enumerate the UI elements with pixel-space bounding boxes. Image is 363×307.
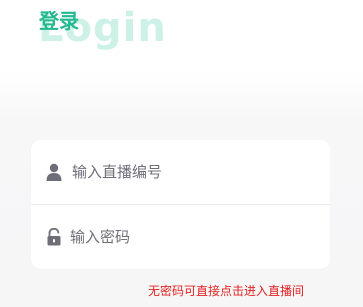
- login-card: [31, 140, 330, 269]
- lock-icon: [46, 227, 62, 246]
- live-number-input[interactable]: [72, 160, 312, 184]
- enter-live-room-hint[interactable]: 无密码可直接点击进入直播间: [148, 283, 304, 299]
- password-row: [31, 205, 330, 269]
- password-input[interactable]: [70, 225, 310, 249]
- page-header: Login 登录: [0, 0, 220, 64]
- page-title: 登录: [39, 9, 79, 33]
- live-number-row: [31, 140, 330, 204]
- user-icon: [46, 163, 62, 181]
